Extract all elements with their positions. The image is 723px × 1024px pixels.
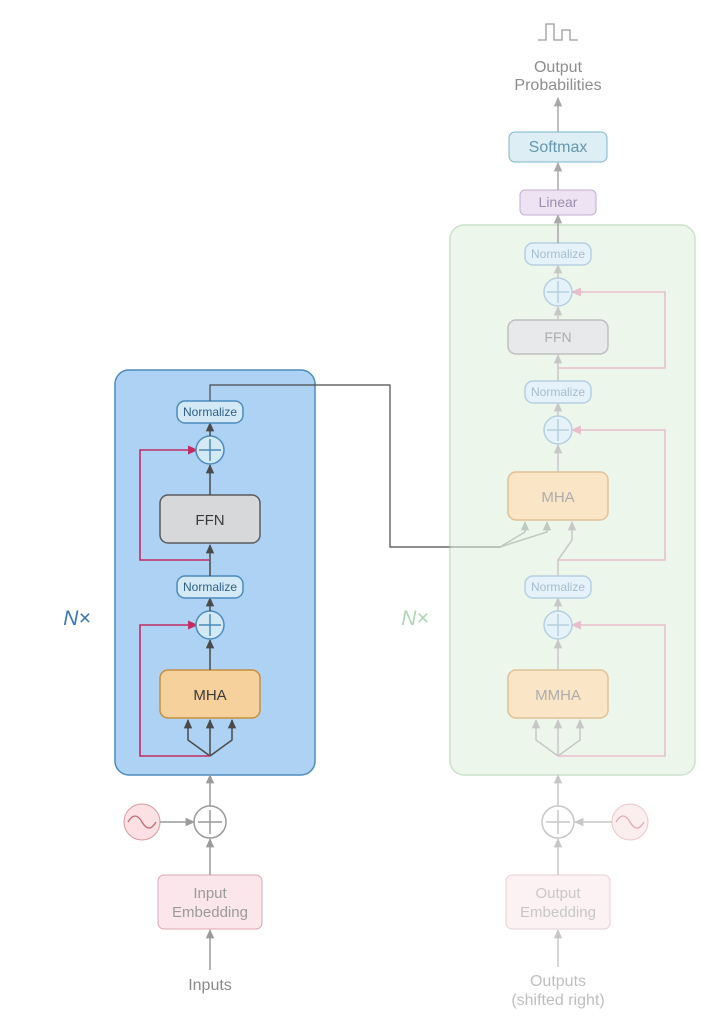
encoder-ffn-label: FFN <box>195 512 224 529</box>
outputs-label-1: Outputs <box>530 973 586 990</box>
encoder-input-add-icon <box>194 806 226 838</box>
decoder-add1-icon <box>544 611 572 639</box>
output-prob-label-1: Output <box>534 59 583 76</box>
encoder-add2-icon <box>196 436 224 464</box>
decoder-norm3-label: Normalize <box>531 247 585 261</box>
output-embedding-label-1: Output <box>535 885 581 902</box>
output-embedding-label-2: Embedding <box>520 904 596 921</box>
input-embedding-label-2: Embedding <box>172 904 248 921</box>
decoder-repeat-label: N× <box>401 607 428 630</box>
output-head: Linear Softmax Output Probabilities <box>509 24 607 243</box>
positional-encoding-icon-right <box>612 804 648 840</box>
decoder-stack: Outputs (shifted right) Output Embedding… <box>401 225 695 1009</box>
decoder-ffn-label: FFN <box>544 329 571 345</box>
output-prob-label-2: Probabilities <box>514 77 601 94</box>
positional-encoding-icon <box>124 804 160 840</box>
linear-label: Linear <box>539 194 578 210</box>
softmax-label: Softmax <box>529 139 588 156</box>
decoder-norm2-label: Normalize <box>531 385 585 399</box>
decoder-mha-label: MHA <box>541 489 574 506</box>
distribution-icon <box>538 24 578 40</box>
encoder-mha-label: MHA <box>193 687 226 704</box>
decoder-mmha-label: MMHA <box>535 687 581 704</box>
encoder-norm2-label: Normalize <box>183 405 237 419</box>
input-embedding-label-1: Input <box>193 885 227 902</box>
transformer-diagram: Inputs Input Embedding MHA <box>0 0 723 1024</box>
outputs-label-2: (shifted right) <box>511 992 604 1009</box>
encoder-repeat-label: N× <box>63 607 90 630</box>
encoder-norm1-label: Normalize <box>183 580 237 594</box>
decoder-add2-icon <box>544 416 572 444</box>
decoder-norm1-label: Normalize <box>531 580 585 594</box>
decoder-input-add-icon <box>542 806 574 838</box>
inputs-label: Inputs <box>188 977 232 994</box>
decoder-add3-icon <box>544 278 572 306</box>
encoder-add1-icon <box>196 611 224 639</box>
